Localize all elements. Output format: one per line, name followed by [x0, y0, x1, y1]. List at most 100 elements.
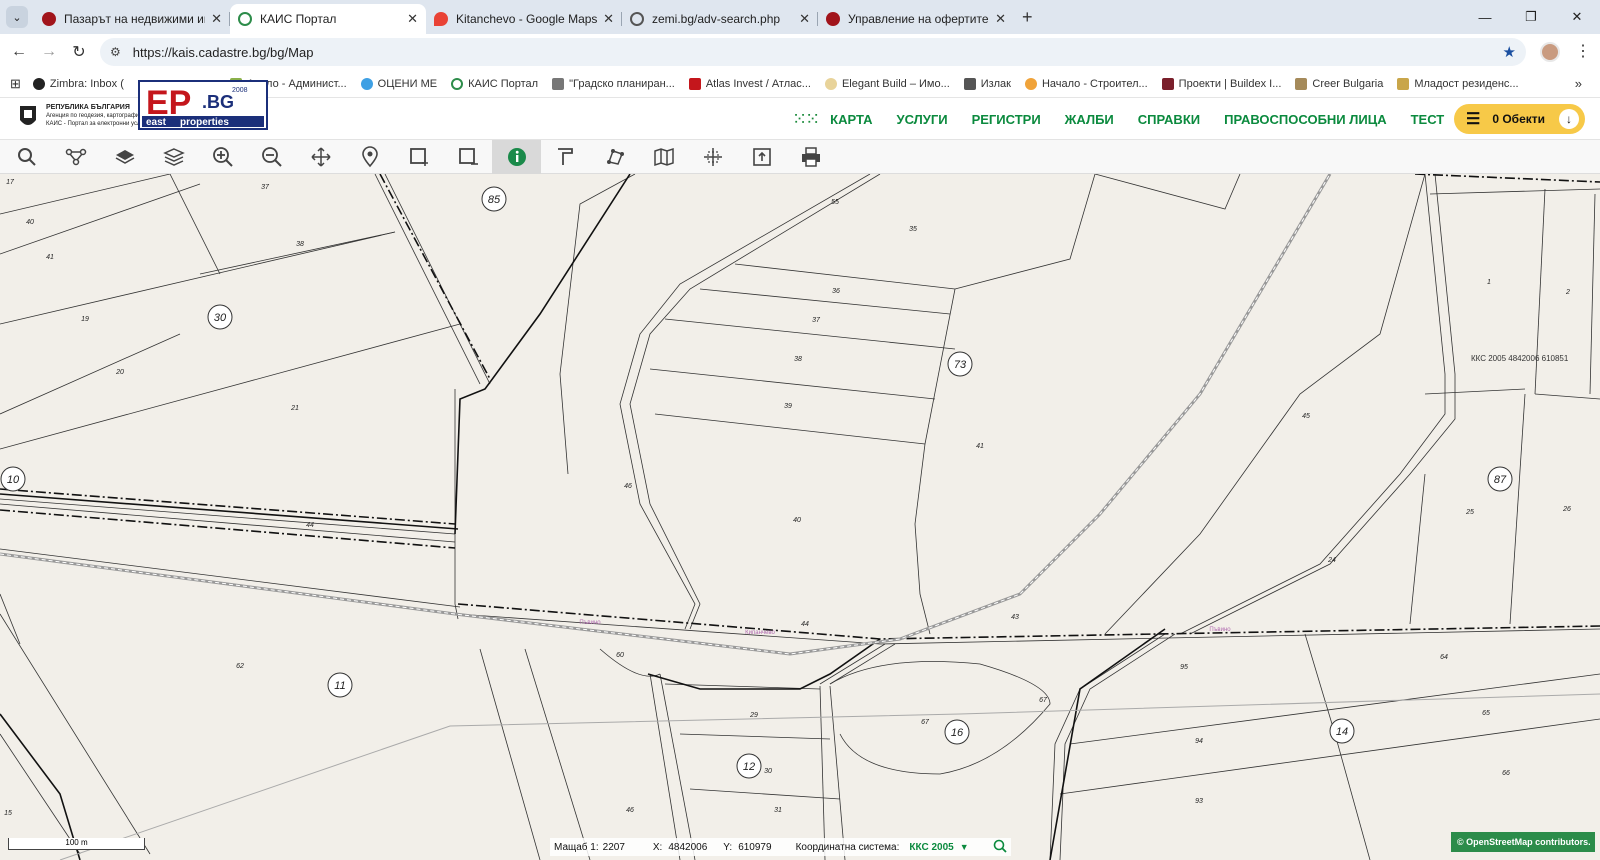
svg-text:30: 30	[764, 768, 772, 775]
svg-text:19: 19	[81, 316, 89, 323]
bookmark-item[interactable]: Zimbra: Inbox (	[32, 77, 124, 90]
svg-text:2: 2	[1565, 289, 1570, 296]
profile-avatar[interactable]	[1540, 42, 1560, 62]
map-icon[interactable]	[639, 140, 688, 174]
measure-icon[interactable]	[541, 140, 590, 174]
svg-text:15: 15	[4, 810, 12, 817]
chevron-right-icon[interactable]: »	[1575, 76, 1582, 91]
bookmark-item[interactable]: Излак	[963, 77, 1011, 90]
svg-text:29: 29	[749, 712, 758, 719]
bookmark-item[interactable]: Начало - Строител...	[1024, 77, 1148, 90]
menu-item-complaints[interactable]: ЖАЛБИ	[1065, 112, 1114, 127]
svg-text:46: 46	[624, 483, 632, 490]
osm-attribution[interactable]: © OpenStreetMap contributors.	[1451, 832, 1595, 852]
url-field[interactable]: ⚙ https://kais.cadastre.bg/bg/Map ★	[100, 38, 1526, 66]
route-icon[interactable]	[51, 140, 100, 174]
apps-dots-icon[interactable]: ⁙⁙	[792, 109, 820, 130]
svg-text:41: 41	[46, 254, 54, 261]
bookmark-item[interactable]: КАИС Портал	[451, 77, 538, 90]
tab-zemi[interactable]: zemi.bg/adv-search.php ✕	[622, 4, 818, 34]
svg-text:85: 85	[488, 194, 501, 206]
svg-text:properties: properties	[180, 117, 229, 128]
close-icon[interactable]: ✕	[407, 11, 418, 27]
svg-text:20: 20	[115, 369, 124, 376]
location-pin-icon[interactable]	[345, 140, 394, 174]
tab-title: Kitanchevo - Google Maps	[456, 12, 598, 26]
map-status-bar: Мащаб 1: 2207 X: 4842006 Y: 610979 Коорд…	[550, 838, 1011, 856]
close-icon[interactable]: ✕	[995, 11, 1006, 27]
apps-grid-icon[interactable]: ⊞	[10, 76, 21, 92]
select-rect-icon[interactable]	[394, 140, 443, 174]
bookmark-item[interactable]: Atlas Invest / Атлас...	[688, 77, 811, 90]
bookmark-item[interactable]: ОЦЕНИ МЕ	[360, 77, 437, 90]
svg-text:93: 93	[1195, 798, 1203, 805]
tab-title: КАИС Портал	[260, 12, 337, 26]
bookmark-item[interactable]: Creer Bulgaria	[1295, 77, 1383, 90]
svg-text:95: 95	[1180, 664, 1188, 671]
bookmark-item[interactable]: Младост резиденс...	[1397, 77, 1519, 90]
select-rect-minus-icon[interactable]	[443, 140, 492, 174]
red-circle-icon	[42, 12, 56, 26]
zoom-in-icon[interactable]	[198, 140, 247, 174]
svg-text:73: 73	[954, 359, 967, 371]
search-icon[interactable]	[2, 140, 51, 174]
site-info-icon[interactable]: ⚙	[110, 45, 121, 59]
tab-real-estate-market[interactable]: Пазарът на недвижими имоти ✕	[34, 4, 230, 34]
y-value: 610979	[738, 841, 772, 853]
reload-icon[interactable]: ↻	[64, 42, 94, 62]
coord-system-select[interactable]: ККС 2005	[909, 842, 953, 853]
export-icon[interactable]	[737, 140, 786, 174]
menu-item-map[interactable]: КАРТА	[830, 112, 872, 127]
svg-text:37: 37	[261, 184, 270, 191]
chevron-down-icon[interactable]: ▼	[960, 842, 969, 852]
close-icon[interactable]: ✕	[799, 11, 810, 27]
bookmark-item[interactable]: Elegant Build – Имо...	[824, 77, 950, 90]
menu-item-test[interactable]: ТЕСТ	[1411, 112, 1445, 127]
layers-stack-icon[interactable]	[149, 140, 198, 174]
svg-text:67: 67	[921, 719, 930, 726]
crosshair-icon[interactable]	[688, 140, 737, 174]
tab-offers-management[interactable]: Управление на офертите - ✕	[818, 4, 1014, 34]
browser-menu-icon[interactable]: ⋮	[1575, 41, 1591, 61]
restore-icon[interactable]: ❐	[1508, 0, 1554, 34]
close-icon[interactable]: ✕	[603, 11, 614, 27]
forward-icon[interactable]: →	[34, 43, 64, 61]
scale-value: 2207	[602, 841, 625, 853]
globe-icon	[630, 12, 644, 26]
svg-text:45: 45	[1302, 413, 1310, 420]
new-tab-icon[interactable]: +	[1022, 7, 1033, 28]
browser-tab-strip: ⌄ Пазарът на недвижими имоти ✕ КАИС Порт…	[0, 0, 1600, 34]
close-icon[interactable]: ✕	[211, 11, 222, 27]
svg-text:Пъвино: Пъвино	[579, 620, 601, 626]
objects-button[interactable]: ☰ 0 Обекти ↓	[1454, 104, 1585, 134]
minimize-icon[interactable]: —	[1462, 0, 1508, 34]
east-properties-logo: EP .BG 2008 east properties	[138, 80, 268, 130]
bookmark-item[interactable]: "Градско планиран...	[552, 77, 675, 90]
zoom-out-icon[interactable]	[247, 140, 296, 174]
bookmark-item[interactable]: Проекти | Buildex I...	[1161, 77, 1281, 90]
tab-google-maps[interactable]: Kitanchevo - Google Maps ✕	[426, 4, 622, 34]
menu-item-services[interactable]: УСЛУГИ	[897, 112, 948, 127]
info-icon[interactable]	[492, 140, 541, 174]
pan-icon[interactable]	[296, 140, 345, 174]
app-header: РЕПУБЛИКА БЪЛГАРИЯ Агенция по геодезия, …	[0, 80, 1600, 140]
layers-icon[interactable]	[100, 140, 149, 174]
svg-text:26: 26	[1562, 506, 1571, 513]
cadastral-map[interactable]: 85 30 73 10 87 11 16 12 14 17 37 40 41 3…	[0, 174, 1600, 860]
polygon-icon[interactable]	[590, 140, 639, 174]
svg-text:37: 37	[812, 317, 821, 324]
search-icon[interactable]	[993, 839, 1007, 856]
tab-search-dropdown[interactable]: ⌄	[6, 6, 28, 28]
red-circle-icon	[826, 12, 840, 26]
menu-item-licensed-persons[interactable]: ПРАВОСПОСОБНИ ЛИЦА	[1224, 112, 1387, 127]
back-icon[interactable]: ←	[4, 43, 34, 61]
menu-item-reports[interactable]: СПРАВКИ	[1138, 112, 1200, 127]
svg-text:66: 66	[1502, 770, 1510, 777]
svg-text:Пъвино: Пъвино	[1209, 627, 1231, 633]
tab-kais-portal[interactable]: КАИС Портал ✕	[230, 4, 426, 34]
svg-text:14: 14	[1336, 726, 1348, 738]
window-close-icon[interactable]: ✕	[1554, 0, 1600, 34]
bookmark-star-icon[interactable]: ★	[1503, 43, 1516, 61]
menu-item-registers[interactable]: РЕГИСТРИ	[972, 112, 1041, 127]
print-icon[interactable]	[786, 140, 835, 174]
